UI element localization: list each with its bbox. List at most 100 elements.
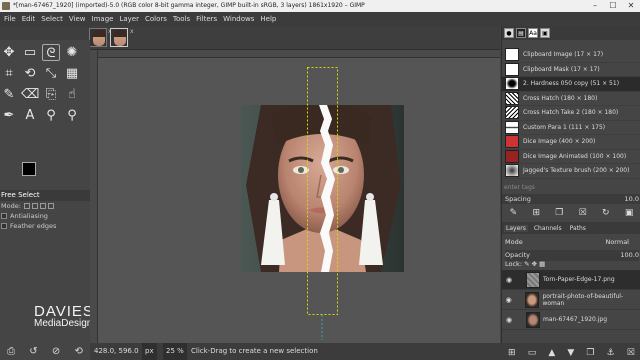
refresh-brushes-icon[interactable]: ↻ (602, 208, 610, 218)
feather-label: Feather edges (10, 222, 57, 230)
clone-tool-icon[interactable]: ⎘ (42, 86, 60, 103)
gimp-window: *[man-67467_1920] (imported)-5.0 (RGB co… (0, 0, 640, 360)
brush-item[interactable]: Dice Image (400 × 200) (502, 135, 640, 150)
delete-tool-preset-icon[interactable]: ⊘ (52, 346, 60, 357)
color-picker-tool-icon[interactable]: ⚲ (42, 107, 60, 124)
fill-tool-icon[interactable]: ▦ (63, 65, 81, 82)
duplicate-brush-icon[interactable]: ❐ (555, 208, 563, 218)
brush-item-selected[interactable]: 2. Hardness 050 copy (51 × 51) (502, 77, 640, 92)
antialiasing-option[interactable]: Antialiasing (0, 211, 90, 221)
spacing-label: Spacing (505, 195, 531, 203)
maximize-button[interactable]: ☐ (604, 0, 622, 12)
fonts-tab-icon[interactable]: Aa (528, 28, 538, 38)
visibility-eye-icon[interactable]: ◉ (502, 296, 515, 304)
antialiasing-checkbox[interactable] (1, 213, 7, 219)
layer-name[interactable]: man-67467_1920.jpg (543, 316, 607, 323)
menu-help[interactable]: Help (257, 12, 279, 26)
new-layer-icon[interactable]: ⊞ (508, 348, 516, 358)
document-history-tab-icon[interactable]: ▣ (540, 28, 550, 38)
menu-tools[interactable]: Tools (170, 12, 193, 26)
minimize-button[interactable]: – (586, 0, 604, 12)
new-layer-group-icon[interactable]: ▭ (528, 348, 537, 358)
menu-windows[interactable]: Windows (220, 12, 257, 26)
menu-edit[interactable]: Edit (19, 12, 39, 26)
brush-item[interactable]: Custom Para 1 (111 × 175) (502, 120, 640, 135)
brush-item[interactable]: Clipboard Image (17 × 17) (502, 48, 640, 63)
patterns-tab-icon[interactable]: ▤ (516, 28, 526, 38)
foreground-color-swatch[interactable] (22, 162, 36, 176)
lock-pixels-icon[interactable]: ✎ (524, 260, 532, 268)
lock-position-icon[interactable]: ✥ (532, 260, 540, 268)
new-brush-icon[interactable]: ⊞ (532, 208, 540, 218)
lock-row: Lock: ✎ ✥ ▦ (505, 259, 639, 270)
layer-row[interactable]: ◉ portrait-photo-of-beautiful-woman (502, 290, 640, 310)
brush-item[interactable]: Jagged's Texture brush (200 × 200) (502, 164, 640, 179)
lock-alpha-icon[interactable]: ▦ (539, 260, 545, 268)
edit-brush-icon[interactable]: ✎ (510, 208, 518, 218)
text-tool-icon[interactable]: A (21, 107, 39, 124)
tab-paths[interactable]: Paths (568, 225, 588, 232)
move-tool-icon[interactable]: ✥ (0, 44, 18, 61)
unit-selector[interactable]: px (142, 343, 157, 360)
menu-file[interactable]: File (1, 12, 19, 26)
layer-name[interactable]: portrait-photo-of-beautiful-woman (542, 293, 640, 307)
spacing-slider[interactable]: Spacing 10.0 (502, 194, 640, 204)
save-tool-preset-icon[interactable]: ⎙ (7, 346, 15, 357)
canvas-area[interactable] (90, 50, 500, 343)
zoom-tool-icon[interactable]: ⚲ (63, 107, 81, 124)
tab-layers[interactable]: Layers (504, 224, 528, 232)
restore-tool-preset-icon[interactable]: ↺ (29, 346, 37, 357)
mode-label: Mode: (1, 202, 21, 210)
open-brush-as-image-icon[interactable]: ▣ (625, 208, 634, 218)
brush-item[interactable]: Clipboard Mask (17 × 17) (502, 62, 640, 77)
layer-mode-select[interactable]: Normal (605, 237, 629, 248)
paintbrush-tool-icon[interactable]: ✎ (0, 86, 18, 103)
warp-transform-tool-icon[interactable]: ⤡ (42, 65, 60, 82)
lower-layer-icon[interactable]: ▼ (567, 348, 574, 358)
brushes-tab-icon[interactable]: ● (504, 28, 514, 38)
image-tab-thumbnail-active[interactable] (110, 28, 128, 47)
smudge-tool-icon[interactable]: ☝ (63, 86, 81, 103)
horizontal-ruler[interactable] (90, 50, 500, 58)
menu-layer[interactable]: Layer (116, 12, 142, 26)
tab-channels[interactable]: Channels (532, 225, 564, 232)
brush-item[interactable]: Dice Image Animated (100 × 100) (502, 149, 640, 164)
eraser-tool-icon[interactable]: ⌫ (21, 86, 39, 103)
brush-item[interactable]: Cross Hatch Take 2 (180 × 180) (502, 106, 640, 121)
paths-tool-icon[interactable]: ✒ (0, 107, 18, 124)
anchor-layer-icon[interactable]: ⚓ (607, 348, 615, 358)
free-select-tool-icon[interactable]: ᘓ (42, 44, 60, 61)
menu-image[interactable]: Image (89, 12, 117, 26)
rect-select-tool-icon[interactable]: ▭ (21, 44, 39, 61)
spacing-value: 10.0 (624, 195, 639, 203)
zoom-selector[interactable]: 25 % (163, 343, 187, 360)
menu-colors[interactable]: Colors (142, 12, 170, 26)
brush-item[interactable]: Cross Hatch (180 × 180) (502, 91, 640, 106)
fuzzy-select-tool-icon[interactable]: ✺ (63, 44, 81, 61)
selection-mode-icons[interactable] (23, 203, 54, 209)
layer-name[interactable]: Torn-Paper-Edge-17.png (543, 276, 615, 283)
vertical-ruler[interactable] (90, 50, 98, 343)
menu-select[interactable]: Select (38, 12, 66, 26)
feather-option[interactable]: Feather edges (0, 221, 90, 231)
delete-brush-icon[interactable]: ☒ (579, 208, 587, 218)
reset-tool-options-icon[interactable]: ⟲ (74, 346, 82, 357)
feather-checkbox[interactable] (1, 223, 7, 229)
unified-transform-tool-icon[interactable]: ⟲ (21, 65, 39, 82)
visibility-eye-icon[interactable]: ◉ (502, 316, 516, 324)
menu-bar: File Edit Select View Image Layer Colors… (0, 12, 640, 26)
layer-row-selected[interactable]: ◉ Torn-Paper-Edge-17.png (502, 270, 640, 290)
layer-row[interactable]: ◉ man-67467_1920.jpg (502, 310, 640, 330)
brush-tag-filter[interactable]: enter tags (504, 184, 535, 191)
menu-filters[interactable]: Filters (193, 12, 220, 26)
tool-options-panel: Free Select Mode: Antialiasing Feather e… (0, 190, 90, 231)
menu-view[interactable]: View (66, 12, 89, 26)
duplicate-layer-icon[interactable]: ❐ (586, 348, 594, 358)
raise-layer-icon[interactable]: ▲ (548, 348, 555, 358)
image-tab-thumbnail[interactable] (89, 28, 107, 47)
delete-layer-icon[interactable]: ☒ (627, 348, 635, 358)
crop-tool-icon[interactable]: ⌗ (0, 65, 18, 82)
close-window-button[interactable]: ✕ (622, 0, 640, 12)
tab-close-icon[interactable]: x (130, 28, 134, 35)
visibility-eye-icon[interactable]: ◉ (502, 276, 516, 284)
